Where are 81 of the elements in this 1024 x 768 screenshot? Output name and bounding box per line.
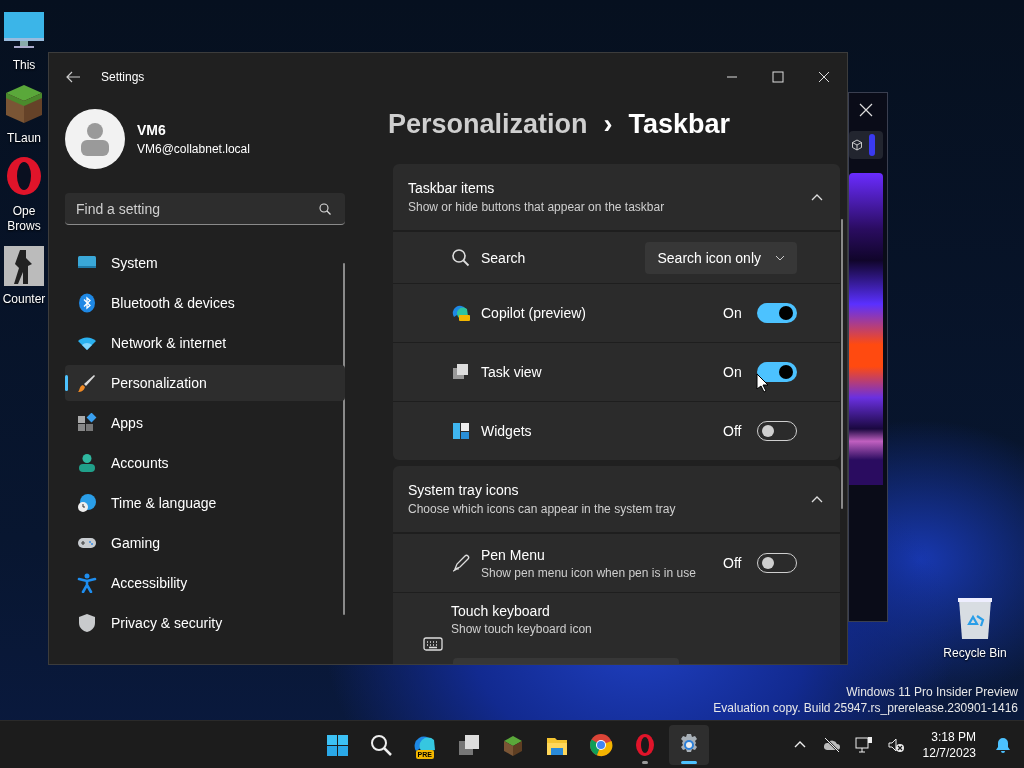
cloud-off-icon[interactable] <box>822 736 841 754</box>
toggle-state-text: On <box>723 305 743 321</box>
nav-item[interactable]: Apps <box>65 405 345 441</box>
build-notice-text: Windows 11 Pro Insider Preview <box>846 684 1018 700</box>
network-icon[interactable] <box>854 736 873 754</box>
cube-icon[interactable] <box>851 139 863 151</box>
privacy-icon <box>77 613 97 633</box>
pen-icon <box>451 553 471 573</box>
apps-icon <box>77 413 97 433</box>
start-app-icon <box>324 733 349 757</box>
toggle-switch[interactable] <box>757 362 797 382</box>
scrollbar[interactable] <box>343 263 345 615</box>
personalization-icon <box>77 373 97 393</box>
widgets-icon <box>451 421 471 441</box>
scrollbar[interactable] <box>841 219 843 509</box>
bluetooth-icon <box>77 293 97 313</box>
desktop-icon-label: TLaun <box>7 131 41 146</box>
person-silhouette-icon <box>80 122 110 156</box>
setting-label: Widgets <box>481 423 533 439</box>
setting-description: Show pen menu icon when pen is in use <box>481 565 697 580</box>
nav-item[interactable]: Gaming <box>65 525 345 561</box>
account-name: VM6 <box>137 122 167 138</box>
toggle-switch[interactable] <box>757 303 797 323</box>
setting-label: Pen Menu <box>481 546 546 563</box>
section-title: Taskbar items <box>408 180 496 196</box>
page-title: Taskbar <box>628 109 731 140</box>
accent-bar <box>869 134 875 156</box>
setting-label: Search <box>481 249 527 266</box>
section-subtitle: Choose which icons can appear in the system tray <box>408 502 677 516</box>
nav-item[interactable]: Privacy & security <box>65 605 345 641</box>
close-icon[interactable] <box>859 103 873 117</box>
search-icon <box>319 203 331 215</box>
bell-icon[interactable] <box>994 736 1012 754</box>
desktop-icon-label: Ope Brows <box>7 204 41 234</box>
dropdown[interactable]: Search icon only <box>645 241 797 274</box>
time-icon <box>77 493 97 513</box>
account-email: VM6@collabnet.local <box>137 142 250 156</box>
desktop-shortcut-icon[interactable] <box>2 244 46 288</box>
nav-item[interactable]: Personalization <box>65 365 345 401</box>
nav-item[interactable]: Accessibility <box>65 565 345 601</box>
desktop-icon-label: This <box>12 58 36 73</box>
toggle-state-text: Off <box>723 423 743 439</box>
search-field[interactable]: Find a setting <box>65 193 345 225</box>
nav-item[interactable]: Network & internet <box>65 325 345 361</box>
copilot-icon <box>451 303 471 323</box>
speaker-muted-icon[interactable] <box>886 736 905 754</box>
section-subtitle: Show or hide buttons that appear on the taskbar <box>408 200 666 214</box>
accessibility-icon <box>77 573 97 593</box>
desktop-icon-label: Counter <box>2 292 46 307</box>
nav-item[interactable]: System <box>65 245 345 281</box>
toggle-state-text: On <box>723 364 743 380</box>
nav-item[interactable]: Accounts <box>65 445 345 481</box>
nav-item[interactable]: Bluetooth & devices <box>65 285 345 321</box>
build-notice-text: Evaluation copy. Build 25947.rs_prerelease.230901-1416 <box>713 700 1018 716</box>
recycle-bin-icon[interactable] <box>955 596 995 640</box>
mouse-pointer-icon <box>756 373 769 393</box>
setting-label: Touch keyboard <box>451 603 551 619</box>
breadcrumb-link[interactable]: Personalization <box>388 109 588 140</box>
clock-date: 12/7/2023 <box>922 745 976 761</box>
close-icon[interactable] <box>818 71 830 83</box>
setting-label: Copilot (preview) <box>481 305 588 321</box>
toggle-state-text: Off <box>723 555 743 571</box>
search-app-icon <box>368 733 393 757</box>
section-title: System tray icons <box>408 482 520 498</box>
setting-description: Show touch keyboard icon <box>451 622 593 636</box>
window-title: Settings <box>101 70 146 84</box>
clock[interactable]: 3:18 PM 12/7/2023 <box>922 729 976 761</box>
taskview-icon <box>451 362 471 382</box>
taskview-app-icon <box>456 733 481 757</box>
back-arrow-icon[interactable] <box>65 69 81 85</box>
chrome-app-icon <box>588 733 613 757</box>
breadcrumb-separator: › <box>603 109 613 140</box>
search-icon <box>451 247 471 268</box>
maximize-icon[interactable] <box>772 71 784 83</box>
desktop-icon-label: Recycle Bin <box>943 646 1007 661</box>
accounts-icon <box>77 453 97 473</box>
setting-label: Task view <box>481 364 543 380</box>
nav-item[interactable]: Time & language <box>65 485 345 521</box>
clock-time: 3:18 PM <box>931 729 976 745</box>
keyboard-icon <box>423 634 443 654</box>
settings-taskbar-button[interactable] <box>668 725 709 765</box>
